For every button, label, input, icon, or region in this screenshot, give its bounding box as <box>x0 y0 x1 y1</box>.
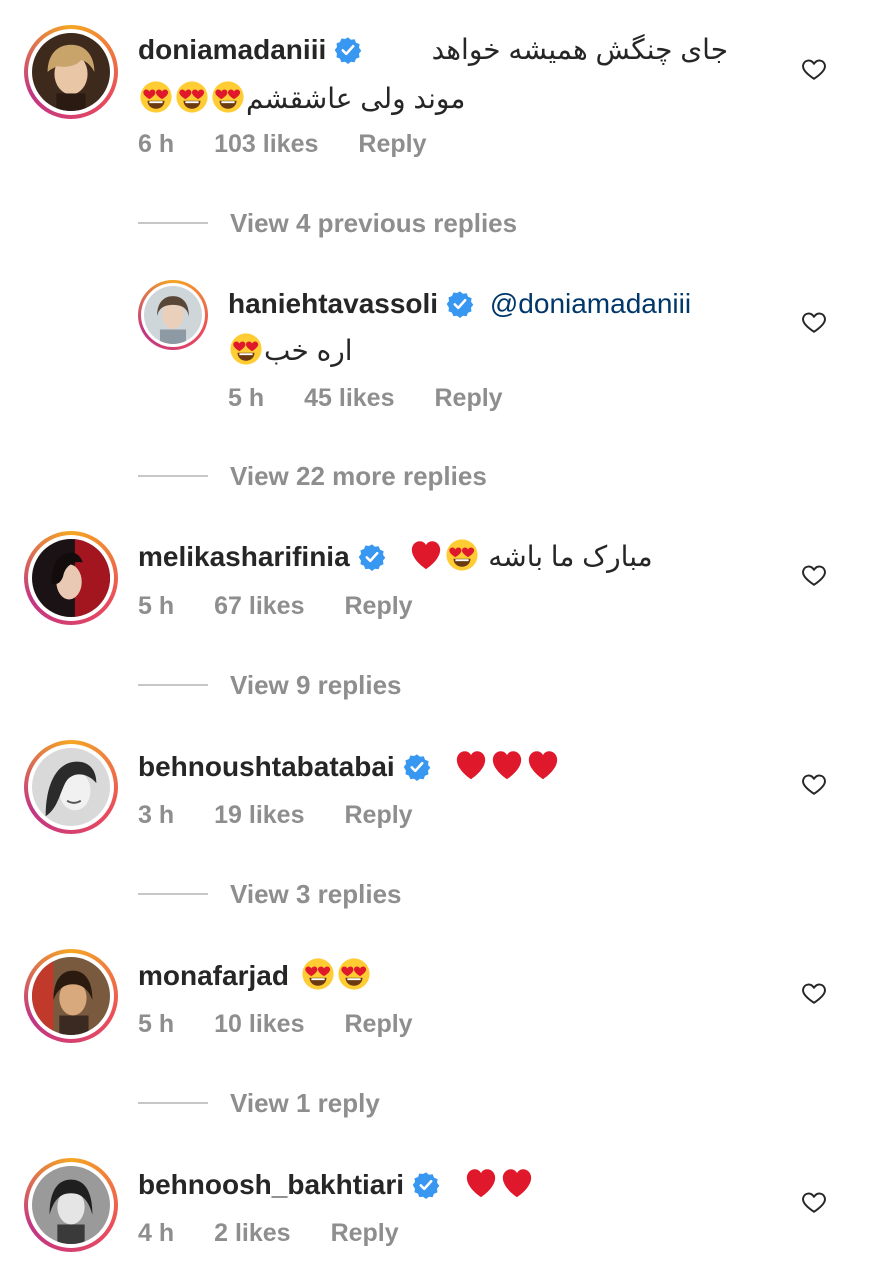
comment-text: doniamadaniii جای چنگش همیشه خواهد <box>138 32 728 68</box>
red-heart-icon <box>464 1166 498 1200</box>
view-replies-label: View 1 reply <box>230 1087 380 1118</box>
reply-button[interactable]: Reply <box>331 1219 399 1247</box>
red-heart-icon <box>409 538 443 572</box>
comment-body: مبارک ما باشه <box>488 541 653 572</box>
view-replies-label: View 22 more replies <box>230 460 487 491</box>
avatar[interactable] <box>24 531 118 625</box>
like-heart-icon[interactable] <box>801 562 827 588</box>
likes-count[interactable]: 103 likes <box>214 130 318 158</box>
heart-eyes-icon <box>229 332 263 366</box>
view-replies-button[interactable]: View 1 reply <box>138 1085 380 1121</box>
heart-eyes-icon <box>337 957 371 991</box>
comment-meta: 5 h 45 likes Reply <box>228 384 543 413</box>
username[interactable]: behnoushtabatabai <box>138 751 395 782</box>
reply-button[interactable]: Reply <box>344 592 412 620</box>
verified-badge-icon <box>358 543 386 571</box>
avatar[interactable] <box>24 1158 118 1252</box>
verified-badge-icon <box>412 1171 440 1199</box>
comment-meta: 4 h 2 likes Reply <box>138 1219 439 1248</box>
comment-time: 6 h <box>138 130 175 158</box>
username[interactable]: melikasharifinia <box>138 541 350 572</box>
likes-count[interactable]: 67 likes <box>214 592 304 620</box>
mention-link[interactable]: @doniamadaniii <box>490 288 691 319</box>
view-replies-button[interactable]: View 3 replies <box>138 876 402 912</box>
reply-button[interactable]: Reply <box>344 801 412 829</box>
comment-body-line2: موند ولی عاشقشم <box>246 83 466 114</box>
divider <box>138 684 208 686</box>
avatar[interactable] <box>24 740 118 834</box>
username[interactable]: doniamadaniii <box>138 34 326 65</box>
comment-time: 5 h <box>228 384 265 412</box>
like-heart-icon[interactable] <box>801 1189 827 1215</box>
heart-eyes-icon <box>139 80 173 114</box>
heart-eyes-icon <box>175 80 209 114</box>
view-replies-label: View 9 replies <box>230 669 402 700</box>
comment-time: 3 h <box>138 801 175 829</box>
comment-body-line2: اره خب <box>264 335 353 366</box>
username[interactable]: monafarjad <box>138 960 289 991</box>
comment-time: 5 h <box>138 592 175 620</box>
reply-button[interactable]: Reply <box>358 130 426 158</box>
comment-body: جای چنگش همیشه خواهد <box>431 34 728 65</box>
verified-badge-icon <box>446 290 474 318</box>
divider <box>138 222 208 224</box>
comment-text-line2: موند ولی عاشقشم <box>138 80 465 117</box>
verified-badge-icon <box>334 36 362 64</box>
view-replies-label: View 3 replies <box>230 878 402 909</box>
reply-button[interactable]: Reply <box>434 384 502 412</box>
comment-text: melikasharifinia مبارک ما باشه <box>138 538 653 575</box>
like-heart-icon[interactable] <box>801 980 827 1006</box>
divider <box>138 1102 208 1104</box>
like-heart-icon[interactable] <box>801 771 827 797</box>
red-heart-icon <box>526 748 560 782</box>
comment-text: haniehtavassoli @doniamadaniii <box>228 286 691 322</box>
avatar[interactable] <box>24 949 118 1043</box>
comment-meta: 6 h 103 likes Reply <box>138 130 466 159</box>
view-replies-button[interactable]: View 4 previous replies <box>138 205 517 241</box>
comment-meta: 5 h 67 likes Reply <box>138 592 453 621</box>
comment-text: monafarjad <box>138 957 372 994</box>
heart-eyes-icon <box>211 80 245 114</box>
comment-text-line2: اره خب <box>228 332 353 369</box>
likes-count[interactable]: 45 likes <box>304 384 394 412</box>
red-heart-icon <box>454 748 488 782</box>
view-replies-label: View 4 previous replies <box>230 207 518 238</box>
avatar[interactable] <box>24 25 118 119</box>
comment-text: behnoushtabatabai <box>138 748 561 785</box>
view-replies-button[interactable]: View 22 more replies <box>138 458 487 494</box>
verified-badge-icon <box>403 753 431 781</box>
divider <box>138 475 208 477</box>
red-heart-icon <box>500 1166 534 1200</box>
comment-time: 5 h <box>138 1010 175 1038</box>
heart-eyes-icon <box>301 957 335 991</box>
comment-meta: 5 h 10 likes Reply <box>138 1010 453 1039</box>
like-heart-icon[interactable] <box>801 56 827 82</box>
heart-eyes-icon <box>445 538 479 572</box>
comment-meta: 3 h 19 likes Reply <box>138 801 453 830</box>
likes-count[interactable]: 10 likes <box>214 1010 304 1038</box>
comment-time: 4 h <box>138 1219 175 1247</box>
reply-button[interactable]: Reply <box>344 1010 412 1038</box>
like-heart-icon[interactable] <box>801 309 827 335</box>
username[interactable]: haniehtavassoli <box>228 288 438 319</box>
divider <box>138 893 208 895</box>
likes-count[interactable]: 2 likes <box>214 1219 290 1247</box>
red-heart-icon <box>490 748 524 782</box>
likes-count[interactable]: 19 likes <box>214 801 304 829</box>
view-replies-button[interactable]: View 9 replies <box>138 667 402 703</box>
avatar[interactable] <box>138 280 208 350</box>
username[interactable]: behnoosh_bakhtiari <box>138 1169 404 1200</box>
comment-text: behnoosh_bakhtiari <box>138 1166 535 1203</box>
